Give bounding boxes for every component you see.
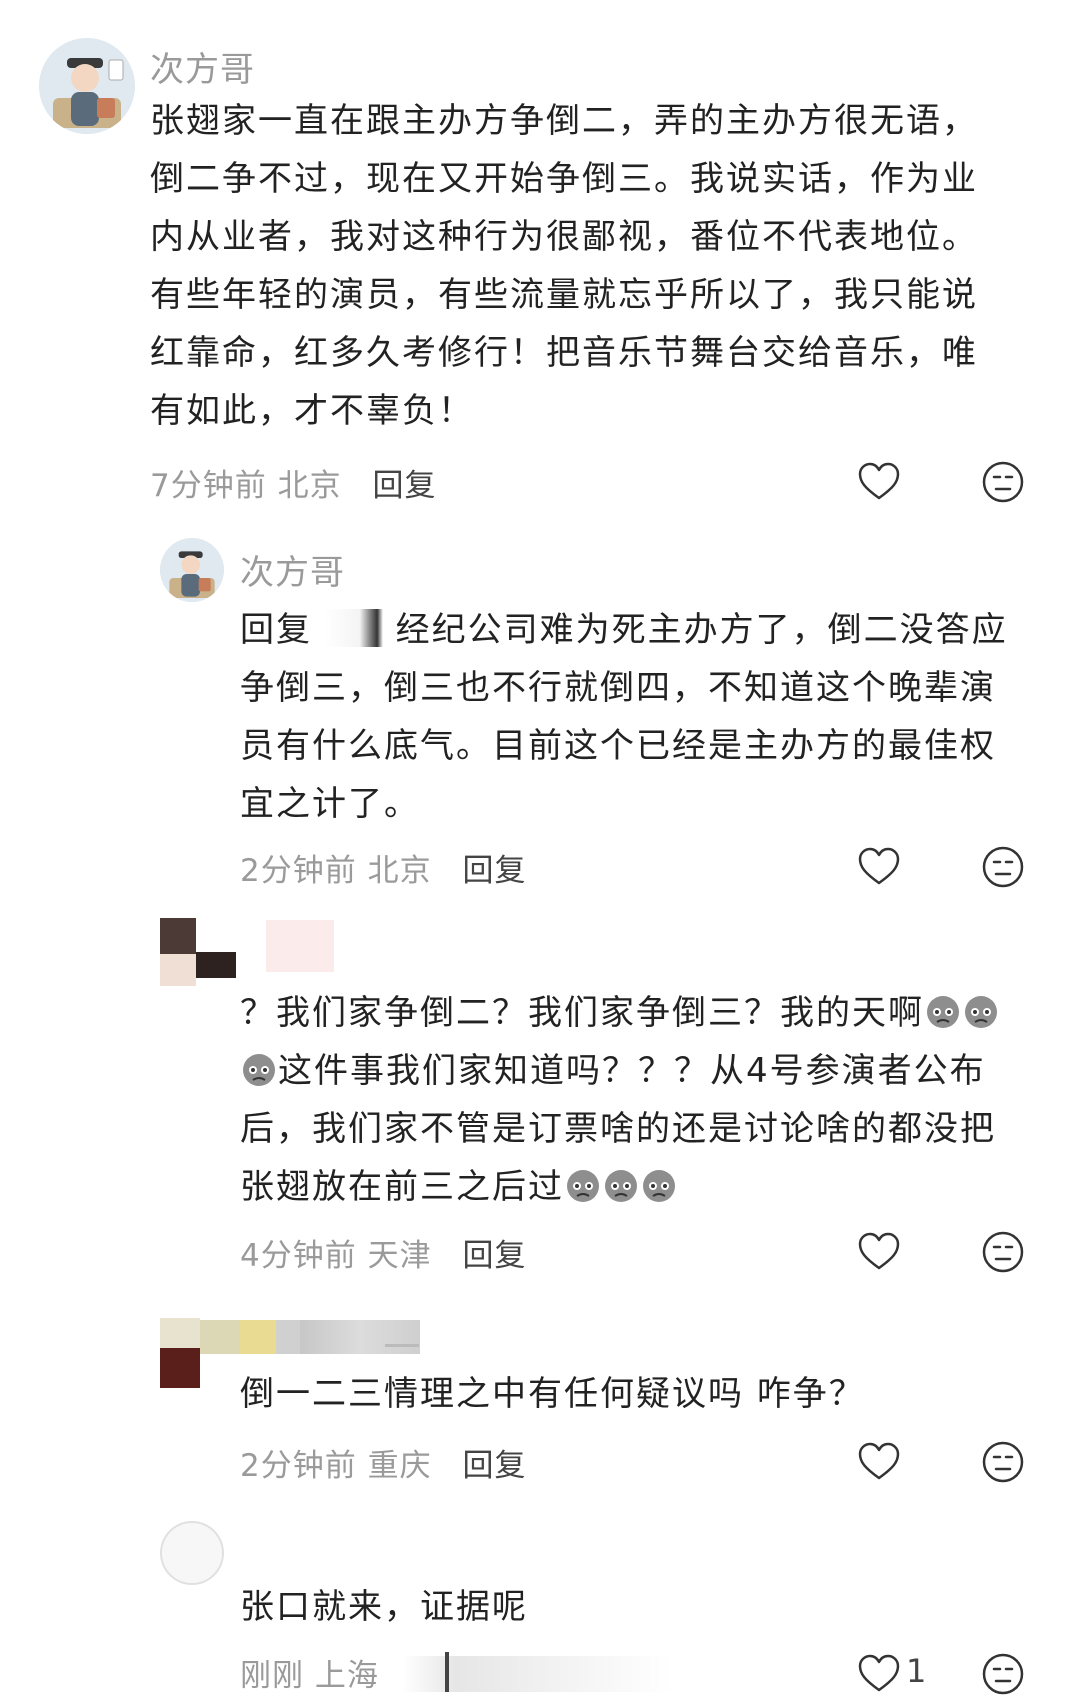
location: 上海 bbox=[314, 1658, 379, 1694]
timestamp: 2分钟前 bbox=[240, 853, 357, 889]
sad-pleading-emoji bbox=[641, 1164, 677, 1204]
timestamp: 2分钟前 bbox=[240, 1448, 357, 1484]
avatar[interactable] bbox=[160, 538, 224, 602]
avatar-image bbox=[160, 538, 224, 602]
redacted-reply[interactable] bbox=[445, 1652, 449, 1692]
reply-button[interactable]: 回复 bbox=[462, 1448, 526, 1484]
heart-outline-icon[interactable] bbox=[857, 1652, 901, 1696]
location: 重庆 bbox=[367, 1448, 432, 1484]
sad-pleading-emoji bbox=[925, 990, 961, 1030]
like-count: 1 bbox=[906, 1652, 927, 1690]
comment-meta: 刚刚 上海 bbox=[240, 1650, 379, 1695]
avatar[interactable] bbox=[160, 1521, 224, 1585]
comment-text: 倒一二三情理之中有任何疑议吗 咋争？ bbox=[240, 1374, 865, 1414]
comment-text: 张翅家一直在跟主办方争倒二，弄的主办方很无语， 倒二争不过，现在又开始争倒三。我… bbox=[150, 101, 978, 431]
sad-pleading-emoji bbox=[603, 1164, 639, 1204]
timestamp: 刚刚 bbox=[240, 1658, 304, 1694]
timestamp: 4分钟前 bbox=[240, 1238, 357, 1274]
unamused-face-icon[interactable] bbox=[981, 1440, 1025, 1484]
redacted-username[interactable] bbox=[385, 1344, 419, 1347]
username[interactable]: 次方哥 bbox=[240, 545, 345, 594]
redacted-reply[interactable] bbox=[402, 1656, 672, 1692]
unamused-face-icon[interactable] bbox=[981, 460, 1025, 504]
unamused-face-icon[interactable] bbox=[981, 845, 1025, 889]
reply-prefix: 回复 bbox=[240, 610, 312, 650]
location: 北京 bbox=[367, 853, 432, 889]
comment-meta: 2分钟前 北京 回复 bbox=[240, 845, 526, 890]
blurred-avatar bbox=[160, 1521, 224, 1585]
unamused-face-icon[interactable] bbox=[981, 1230, 1025, 1274]
location: 北京 bbox=[277, 468, 342, 504]
comment-text: ？我们家争倒二？我们家争倒三？我的天啊 这件事我们家知道吗？？？从4号参演者公布… bbox=[240, 984, 1040, 1216]
sad-pleading-emoji bbox=[963, 990, 999, 1030]
reply-button[interactable]: 回复 bbox=[462, 1238, 526, 1274]
heart-outline-icon[interactable] bbox=[857, 1230, 901, 1274]
comment-meta: 7分钟前 北京 回复 bbox=[150, 460, 436, 505]
comment-meta: 2分钟前 重庆 回复 bbox=[240, 1440, 526, 1485]
heart-outline-icon[interactable] bbox=[857, 845, 901, 889]
avatar[interactable] bbox=[160, 918, 236, 988]
avatar[interactable] bbox=[160, 1318, 200, 1388]
sad-pleading-emoji bbox=[241, 1048, 277, 1088]
unamused-face-icon[interactable] bbox=[981, 1652, 1025, 1696]
comment-text: 张口就来，证据呢 bbox=[240, 1587, 528, 1627]
avatar[interactable] bbox=[39, 38, 135, 134]
reply-button[interactable]: 回复 bbox=[462, 853, 526, 889]
reply-button[interactable]: 回复 bbox=[372, 468, 436, 504]
heart-outline-icon[interactable] bbox=[857, 1440, 901, 1484]
blurred-avatar bbox=[160, 1318, 200, 1388]
redacted-username[interactable] bbox=[300, 1320, 420, 1354]
avatar-image bbox=[39, 38, 135, 134]
sad-pleading-emoji bbox=[565, 1164, 601, 1204]
blurred-avatar bbox=[160, 918, 236, 986]
comment-text: 回复 经纪公司难为死主办方了，倒二没答应 争倒三，倒三也不行就倒四，不知道这个晚… bbox=[240, 609, 1008, 824]
location: 天津 bbox=[367, 1238, 432, 1274]
redacted-username[interactable] bbox=[266, 920, 334, 972]
timestamp: 7分钟前 bbox=[150, 468, 267, 504]
comment-meta: 4分钟前 天津 回复 bbox=[240, 1230, 526, 1275]
redacted-name bbox=[324, 609, 383, 647]
heart-outline-icon[interactable] bbox=[857, 460, 901, 504]
username[interactable]: 次方哥 bbox=[150, 42, 255, 91]
